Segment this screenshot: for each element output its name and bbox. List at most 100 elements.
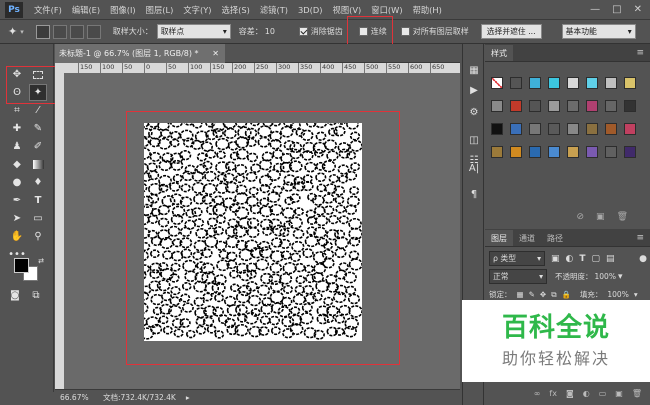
smart-filter-icon[interactable]: ▤: [606, 254, 615, 264]
style-swatch[interactable]: [529, 146, 541, 158]
blend-mode-select[interactable]: 正常 ▾: [489, 269, 547, 284]
hand-tool-icon[interactable]: ✋: [8, 228, 26, 245]
delete-layer-icon[interactable]: 🗑: [632, 389, 642, 403]
style-swatch[interactable]: [529, 100, 541, 112]
chevron-down-icon[interactable]: ▾: [618, 272, 623, 282]
style-swatch[interactable]: [624, 146, 636, 158]
link-layers-icon[interactable]: ∞: [534, 389, 541, 403]
sample-size-select[interactable]: 取样点 ▾: [156, 24, 231, 39]
type-filter-icon[interactable]: T: [579, 254, 585, 264]
shape-filter-icon[interactable]: ▢: [592, 254, 601, 264]
style-swatch[interactable]: [605, 123, 617, 135]
style-swatch[interactable]: [624, 77, 636, 89]
zoom-tool-icon[interactable]: ⚲: [29, 228, 47, 245]
antialias-checkbox[interactable]: [298, 27, 308, 36]
gradient-tool-icon[interactable]: [29, 156, 47, 173]
healing-tool-icon[interactable]: ✚: [8, 120, 26, 137]
character-icon[interactable]: A|: [466, 160, 482, 176]
adjustment-filter-icon[interactable]: ◐: [566, 254, 574, 264]
layer-style-icon[interactable]: fx: [549, 389, 557, 403]
canvas-area[interactable]: [64, 73, 460, 389]
new-selection-icon[interactable]: [35, 24, 50, 39]
menu-file[interactable]: 文件(F): [29, 4, 67, 16]
adjustments-icon[interactable]: ◫: [466, 132, 482, 148]
opacity-input[interactable]: 100%: [595, 272, 616, 281]
style-swatch[interactable]: [510, 146, 522, 158]
tab-layers[interactable]: 图层: [485, 230, 513, 246]
style-swatch[interactable]: [548, 146, 560, 158]
menu-layer[interactable]: 图层(L): [141, 4, 179, 16]
style-swatch[interactable]: [586, 146, 598, 158]
eraser-tool-icon[interactable]: ◆: [8, 156, 26, 173]
brush-tool-icon[interactable]: ✎: [29, 120, 47, 137]
history-brush-tool-icon[interactable]: ✐: [29, 138, 47, 155]
lock-all-icon[interactable]: 🔒: [562, 290, 571, 299]
subtract-selection-icon[interactable]: [69, 24, 84, 39]
style-swatch[interactable]: [529, 123, 541, 135]
type-tool-icon[interactable]: T: [29, 192, 47, 209]
menu-help[interactable]: 帮助(H): [408, 4, 447, 16]
menu-type[interactable]: 文字(Y): [178, 4, 216, 16]
blur-tool-icon[interactable]: ●: [8, 174, 26, 191]
filter-toggle-icon[interactable]: ●: [639, 254, 647, 264]
document-canvas[interactable]: [134, 115, 363, 341]
style-swatch[interactable]: [529, 77, 541, 89]
chevron-down-icon[interactable]: ▾: [634, 290, 638, 299]
style-swatch[interactable]: [567, 100, 579, 112]
style-swatch[interactable]: [586, 123, 598, 135]
tab-paths[interactable]: 路径: [541, 230, 569, 246]
style-swatch[interactable]: [624, 123, 636, 135]
actions-play-icon[interactable]: ▶: [466, 82, 482, 98]
panel-menu-icon[interactable]: ≡: [636, 48, 644, 58]
style-swatch[interactable]: [548, 123, 560, 135]
style-swatch[interactable]: [491, 123, 503, 135]
style-swatch[interactable]: [605, 100, 617, 112]
quick-mask-icon[interactable]: ◙: [6, 287, 24, 304]
lock-position-icon[interactable]: ✥: [540, 290, 546, 299]
swap-colors-icon[interactable]: ⇄: [32, 252, 50, 269]
paragraph-icon[interactable]: ¶: [466, 186, 482, 202]
shape-tool-icon[interactable]: ▭: [29, 210, 47, 227]
style-swatch[interactable]: [510, 100, 522, 112]
style-swatch[interactable]: [491, 100, 503, 112]
group-icon[interactable]: ▭: [599, 389, 607, 403]
document-tab[interactable]: 未标题-1 @ 66.7% (图层 1, RGB/8) * ✕: [55, 44, 225, 63]
lock-artboard-icon[interactable]: ⧉: [551, 290, 556, 300]
close-button[interactable]: ✕: [634, 4, 642, 15]
menu-edit[interactable]: 编辑(E): [67, 4, 105, 16]
tab-channels[interactable]: 通道: [513, 230, 541, 246]
menu-window[interactable]: 窗口(W): [366, 4, 407, 16]
menu-select[interactable]: 选择(S): [217, 4, 255, 16]
path-selection-tool-icon[interactable]: ➤: [8, 210, 26, 227]
zoom-level[interactable]: 66.67%: [60, 393, 110, 402]
workspace-select[interactable]: 基本功能 ▾: [561, 24, 636, 39]
properties-icon[interactable]: ⚙: [466, 104, 482, 120]
maximize-button[interactable]: □: [612, 4, 621, 15]
intersect-selection-icon[interactable]: [86, 24, 101, 39]
status-arrow-icon[interactable]: ▸: [186, 393, 190, 402]
select-and-mask-button[interactable]: 选择并遮住 ...: [480, 24, 542, 39]
style-swatch[interactable]: [491, 77, 503, 89]
eyedropper-tool-icon[interactable]: ⁄: [29, 102, 47, 119]
style-swatch[interactable]: [567, 77, 579, 89]
all-layers-checkbox[interactable]: [400, 27, 410, 36]
style-swatch[interactable]: [586, 77, 598, 89]
new-style-icon[interactable]: ▣: [596, 212, 605, 226]
tolerance-input[interactable]: 10: [265, 27, 295, 36]
new-layer-icon[interactable]: ▣: [615, 389, 623, 403]
dodge-tool-icon[interactable]: ♦: [29, 174, 47, 191]
lock-transparent-icon[interactable]: ▦: [517, 290, 524, 299]
foreground-color-swatch[interactable]: [14, 258, 29, 273]
pixel-filter-icon[interactable]: ▣: [551, 254, 560, 264]
style-swatch[interactable]: [491, 146, 503, 158]
adjustment-layer-icon[interactable]: ◐: [583, 389, 590, 403]
crop-tool-icon[interactable]: ⌗: [8, 102, 26, 119]
delete-style-icon[interactable]: 🗑: [617, 212, 628, 226]
screen-mode-icon[interactable]: ⧉: [27, 287, 45, 304]
layer-kind-select[interactable]: ρ 类型 ▾: [489, 251, 545, 266]
style-swatch[interactable]: [624, 100, 636, 112]
style-swatch[interactable]: [510, 123, 522, 135]
menu-3d[interactable]: 3D(D): [293, 5, 328, 15]
add-mask-icon[interactable]: ◙: [566, 389, 574, 403]
lock-image-icon[interactable]: ✎: [529, 290, 535, 299]
